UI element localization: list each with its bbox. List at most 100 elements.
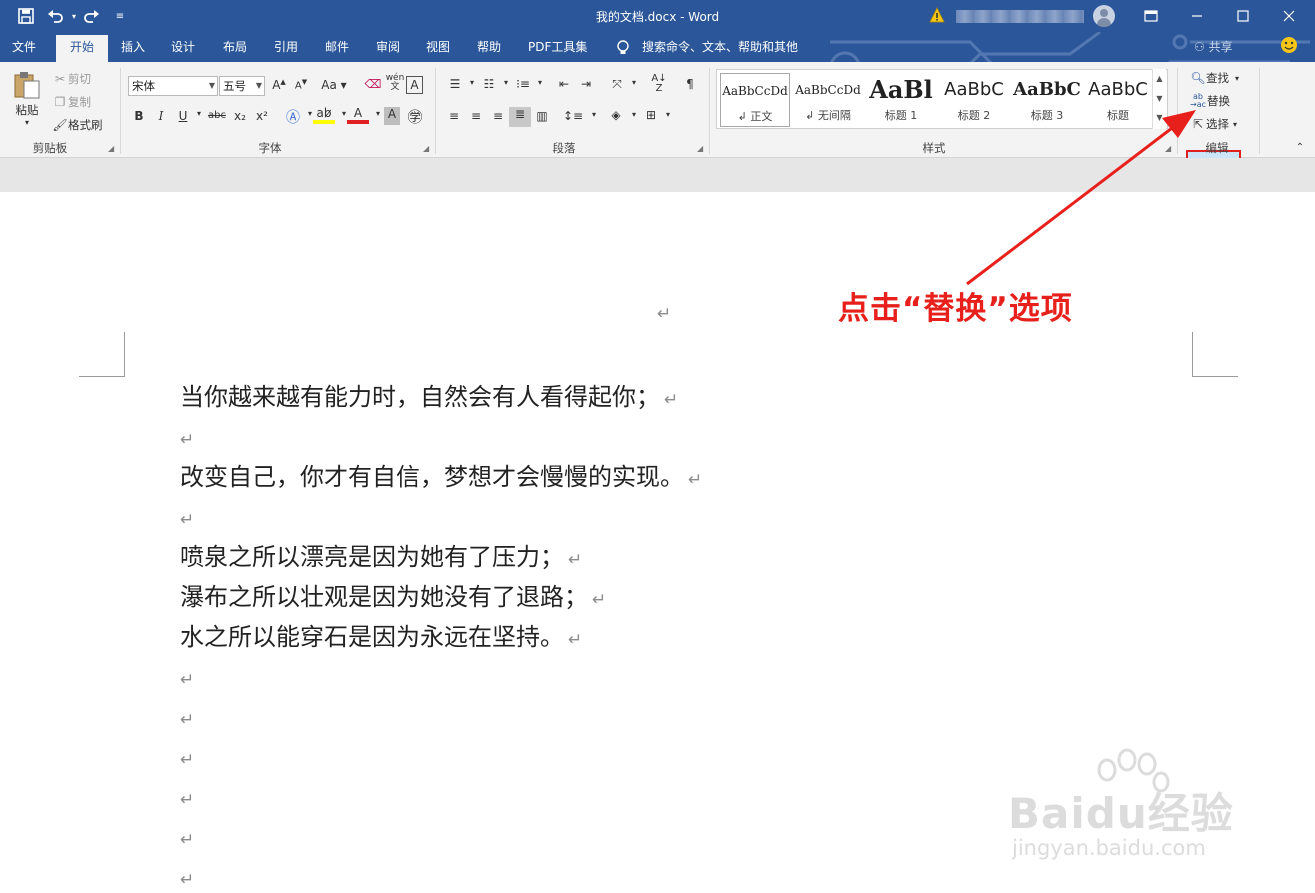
- find-button[interactable]: 🔍︎ 查找 ▾: [1190, 70, 1239, 86]
- tab-pdf-tools[interactable]: PDF工具集: [522, 38, 593, 62]
- close-icon[interactable]: [1266, 0, 1312, 32]
- style-heading-2[interactable]: AaBbC 标题 2: [939, 73, 1009, 127]
- empty-paragraph[interactable]: ↵: [180, 510, 194, 530]
- change-case-icon[interactable]: Aa ▾: [318, 78, 350, 92]
- clipboard-group-label: 剪贴板: [32, 141, 68, 155]
- empty-paragraph[interactable]: ↵: [180, 750, 194, 770]
- chevron-down-icon[interactable]: ▼: [256, 77, 262, 95]
- format-painter-label: 格式刷: [68, 118, 103, 132]
- user-name[interactable]: ▓▓▓▓▓▓▓▓▓▓▓▓: [956, 10, 1084, 23]
- document-title: 我的文档.docx - Word: [595, 10, 720, 24]
- style-title[interactable]: AaBbC 标题: [1083, 73, 1153, 127]
- empty-paragraph[interactable]: ↵: [180, 430, 194, 450]
- chevron-down-icon[interactable]: ▼: [1153, 89, 1166, 109]
- superscript-button[interactable]: x²: [251, 109, 273, 123]
- lightbulb-icon[interactable]: [610, 38, 636, 62]
- font-launcher-icon[interactable]: ◢: [423, 144, 429, 153]
- tab-mailings[interactable]: 邮件: [319, 38, 355, 62]
- style-heading-1[interactable]: AaBl 标题 1: [866, 73, 936, 127]
- style-no-spacing[interactable]: AaBbCcDd ↲ 无间隔: [793, 73, 863, 127]
- tab-view[interactable]: 视图: [420, 38, 456, 62]
- empty-paragraph[interactable]: ↵: [180, 790, 194, 810]
- strikethrough-button[interactable]: abc: [205, 110, 229, 121]
- styles-scrollbar[interactable]: ▲ ▼ ▼: [1152, 69, 1166, 129]
- decrease-indent-icon[interactable]: ⇤: [553, 77, 575, 91]
- justify-icon[interactable]: ≣: [509, 107, 531, 127]
- phonetic-guide-icon[interactable]: wén 文: [384, 74, 406, 92]
- style-heading-3[interactable]: AaBbC 标题 3: [1012, 73, 1082, 127]
- empty-paragraph[interactable]: ↵: [180, 830, 194, 850]
- collapse-ribbon-icon[interactable]: ⌃: [1289, 142, 1311, 153]
- paragraph-launcher-icon[interactable]: ◢: [697, 144, 703, 153]
- ribbon-tabs: 文件 开始 插入 设计 布局 引用 邮件 审阅 视图 帮助 PDF工具集 搜索命…: [0, 32, 1315, 94]
- clipboard-launcher-icon[interactable]: ◢: [108, 144, 114, 153]
- magnifier-icon: 🔍︎: [1190, 71, 1206, 85]
- select-button[interactable]: ⇱ 选择 ▾: [1190, 116, 1237, 132]
- format-painter-button[interactable]: 🖌 格式刷: [52, 117, 103, 133]
- document-paragraph[interactable]: 瀑布之所以壮观是因为她没有了退路； ↵: [180, 582, 606, 615]
- empty-paragraph[interactable]: ↵: [180, 710, 194, 730]
- warning-icon[interactable]: [929, 7, 945, 23]
- chinese-layout-dropdown-icon[interactable]: ▾: [623, 78, 645, 87]
- highlight-color-icon[interactable]: ab̷: [313, 106, 335, 124]
- chevron-down-icon[interactable]: ▼: [209, 77, 215, 95]
- document-paragraph[interactable]: 当你越来越有能力时，自然会有人看得起你； ↵: [180, 382, 678, 415]
- font-name-value: 宋体: [132, 79, 155, 93]
- enclose-characters-icon[interactable]: ㊫: [404, 106, 426, 127]
- align-left-icon[interactable]: ≡: [443, 109, 465, 123]
- more-styles-icon[interactable]: ▼: [1153, 109, 1166, 127]
- document-paragraph[interactable]: 水之所以能穿石是因为永远在坚持。 ↵: [180, 622, 582, 655]
- cut-button[interactable]: ✂ 剪切: [52, 71, 91, 87]
- subscript-button[interactable]: x₂: [229, 109, 251, 123]
- chevron-down-icon[interactable]: ▾: [1235, 74, 1239, 83]
- tab-help[interactable]: 帮助: [471, 38, 507, 62]
- tell-me-search[interactable]: 搜索命令、文本、帮助和其他: [636, 38, 804, 62]
- chevron-down-icon[interactable]: ▾: [1233, 120, 1237, 129]
- empty-paragraph[interactable]: ↵: [180, 670, 194, 690]
- tab-design[interactable]: 设计: [165, 38, 201, 62]
- line-spacing-dropdown-icon[interactable]: ▾: [583, 110, 605, 119]
- line-spacing-icon[interactable]: ↕≡: [562, 109, 584, 123]
- sort-icon[interactable]: A↓ Z: [648, 74, 670, 94]
- character-shading-icon[interactable]: A: [384, 107, 400, 125]
- multilevel-dropdown-icon[interactable]: ▾: [529, 78, 551, 87]
- smiley-feedback-icon[interactable]: [1274, 36, 1304, 60]
- empty-paragraph[interactable]: ↵: [180, 870, 194, 890]
- tab-home[interactable]: 开始: [56, 35, 109, 62]
- bold-button[interactable]: B: [128, 109, 150, 123]
- paste-dropdown-icon: ▾: [24, 118, 29, 127]
- increase-indent-icon[interactable]: ⇥: [575, 77, 597, 91]
- minimize-icon[interactable]: [1174, 0, 1220, 32]
- font-color-icon[interactable]: A: [347, 106, 369, 124]
- tab-insert[interactable]: 插入: [115, 38, 151, 62]
- ribbon-display-options-icon[interactable]: [1128, 0, 1174, 32]
- document-paragraph[interactable]: 改变自己，你才有自信，梦想才会慢慢的实现。 ↵: [180, 462, 702, 495]
- tab-file[interactable]: 文件: [6, 38, 42, 62]
- chevron-up-icon[interactable]: ▲: [1153, 69, 1166, 89]
- italic-button[interactable]: I: [150, 109, 172, 123]
- paragraph-mark: ↵: [664, 390, 679, 410]
- grow-font-icon[interactable]: A▲: [268, 78, 290, 92]
- align-right-icon[interactable]: ≡: [487, 109, 509, 123]
- tab-references[interactable]: 引用: [268, 38, 304, 62]
- paste-button[interactable]: 粘贴 ▾: [10, 70, 44, 127]
- style-normal[interactable]: AaBbCcDd ↲ 正文: [720, 73, 790, 127]
- character-border-icon[interactable]: A: [406, 76, 423, 94]
- font-size-combo[interactable]: 五号 ▼: [219, 76, 265, 96]
- replace-button[interactable]: ab →ac 替换: [1189, 93, 1230, 109]
- tab-review[interactable]: 审阅: [370, 38, 406, 62]
- show-marks-icon[interactable]: ¶: [679, 77, 701, 91]
- clear-formatting-icon[interactable]: ⌫: [362, 77, 384, 91]
- font-name-combo[interactable]: 宋体 ▼: [128, 76, 218, 96]
- share-button[interactable]: ⚇ 共享: [1188, 38, 1239, 62]
- maximize-icon[interactable]: [1220, 0, 1266, 32]
- align-center-icon[interactable]: ≡: [465, 109, 487, 123]
- shrink-font-icon[interactable]: A▼: [290, 78, 312, 91]
- tab-layout[interactable]: 布局: [217, 38, 253, 62]
- copy-button[interactable]: ❐ 复制: [52, 94, 91, 110]
- distributed-icon[interactable]: ▥: [531, 109, 553, 123]
- styles-launcher-icon[interactable]: ◢: [1165, 144, 1171, 153]
- borders-dropdown-icon[interactable]: ▾: [657, 110, 679, 119]
- user-avatar[interactable]: [1093, 5, 1115, 27]
- document-paragraph[interactable]: 喷泉之所以漂亮是因为她有了压力； ↵: [180, 542, 582, 575]
